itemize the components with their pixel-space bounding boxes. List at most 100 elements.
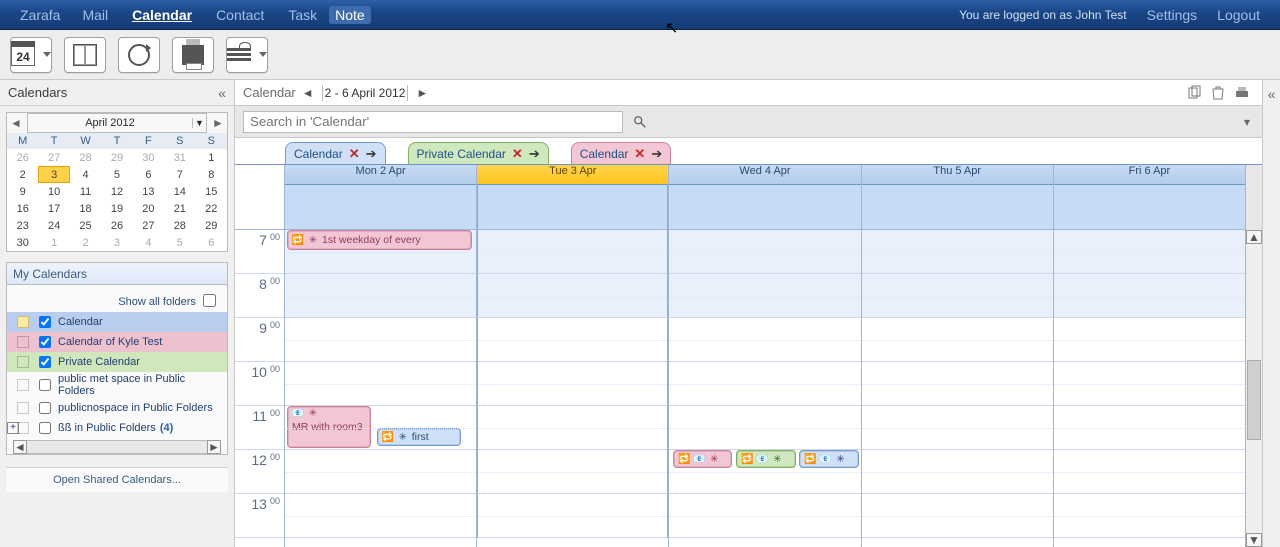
next-range-button[interactable]: ► (410, 86, 434, 100)
time-slot[interactable] (862, 362, 1053, 406)
new-appointment-button[interactable] (10, 37, 52, 73)
scroll-left-icon[interactable]: ◄ (13, 440, 27, 454)
open-shared-calendars[interactable]: Open Shared Calendars... (6, 467, 228, 492)
scroll-right-icon[interactable]: ► (207, 440, 221, 454)
date-grid[interactable]: MTWTFSS262728293031123456789101112131415… (7, 133, 227, 251)
calendar-checkbox[interactable] (39, 316, 51, 328)
date-cell[interactable]: 16 (7, 200, 38, 217)
date-cell[interactable]: 2 (7, 166, 38, 183)
time-slot[interactable] (285, 318, 476, 362)
time-slot[interactable] (862, 450, 1053, 494)
date-cell[interactable]: 21 (164, 200, 195, 217)
time-slot[interactable] (669, 450, 860, 494)
time-slot[interactable] (477, 318, 668, 362)
scroll-track[interactable] (27, 440, 207, 454)
sidebar-collapse-icon[interactable]: « (218, 85, 226, 101)
date-cell[interactable]: 7 (164, 166, 195, 183)
date-cell[interactable]: 28 (70, 149, 101, 166)
calendar-row[interactable]: Calendar (7, 312, 227, 332)
date-cell[interactable]: 12 (101, 183, 132, 200)
arrow-right-icon[interactable]: ➔ (651, 146, 662, 162)
print-small-icon[interactable] (1234, 85, 1250, 101)
arrow-right-icon[interactable]: ➔ (529, 146, 540, 162)
calendar-checkbox[interactable] (39, 402, 51, 414)
logout-link[interactable]: Logout (1207, 7, 1270, 23)
calendar-checkbox[interactable] (39, 379, 51, 391)
date-cell[interactable]: 29 (196, 217, 227, 234)
date-cell[interactable]: 1 (196, 149, 227, 166)
nav-mail[interactable]: Mail (70, 7, 120, 23)
scroll-thumb[interactable] (1247, 360, 1261, 440)
date-cell[interactable]: 18 (70, 200, 101, 217)
day-header[interactable]: Mon 2 Apr (285, 165, 476, 185)
time-slot[interactable] (477, 274, 668, 318)
date-cell[interactable]: 31 (164, 149, 195, 166)
date-cell[interactable]: 3 (101, 234, 132, 251)
time-slot[interactable]: 1st weekday of every (285, 230, 476, 274)
nav-task[interactable]: Task (276, 7, 329, 23)
date-cell[interactable]: 2 (70, 234, 101, 251)
time-slot[interactable] (1054, 494, 1245, 538)
prev-range-button[interactable]: ◄ (296, 86, 320, 100)
day-header[interactable]: Fri 6 Apr (1054, 165, 1245, 185)
tab-calendar-green[interactable]: Private Calendar ✕ ➔ (408, 142, 549, 164)
right-collapse-icon[interactable]: « (1268, 86, 1276, 102)
allday-area[interactable] (477, 185, 668, 230)
time-slot[interactable]: MR with room3first (285, 406, 476, 450)
view-button[interactable] (226, 37, 268, 73)
event-item[interactable]: 1st weekday of every (287, 230, 472, 250)
allday-area[interactable] (862, 185, 1053, 230)
date-cell[interactable]: 27 (38, 149, 69, 166)
date-cell[interactable]: 4 (70, 166, 101, 183)
date-cell[interactable]: 6 (133, 166, 164, 183)
sidebar-hscroll[interactable]: ◄ ► (13, 440, 221, 454)
date-cell[interactable]: 20 (133, 200, 164, 217)
event-item[interactable]: MR with room3 (287, 406, 371, 448)
time-slot[interactable] (1054, 362, 1245, 406)
settings-link[interactable]: Settings (1137, 7, 1208, 23)
allday-area[interactable] (1054, 185, 1245, 230)
time-slot[interactable] (285, 450, 476, 494)
show-all-checkbox[interactable] (203, 294, 216, 307)
nav-contact[interactable]: Contact (204, 7, 276, 23)
search-input[interactable] (243, 111, 623, 133)
date-cell[interactable]: 29 (101, 149, 132, 166)
event-item[interactable] (673, 450, 732, 468)
calendar-row[interactable]: Private Calendar (7, 352, 227, 372)
time-slot[interactable] (669, 406, 860, 450)
time-slot[interactable] (285, 274, 476, 318)
address-book-button[interactable] (64, 37, 106, 73)
delete-icon[interactable] (1210, 85, 1226, 101)
calendar-row[interactable]: publicnospace in Public Folders (7, 398, 227, 418)
scroll-track[interactable] (1246, 244, 1262, 533)
date-cell[interactable]: 25 (70, 217, 101, 234)
day-header[interactable]: Thu 5 Apr (862, 165, 1053, 185)
date-cell[interactable]: 27 (133, 217, 164, 234)
time-slot[interactable] (1054, 406, 1245, 450)
date-cell[interactable]: 30 (133, 149, 164, 166)
allday-area[interactable] (669, 185, 860, 230)
tab-calendar-blue[interactable]: Calendar ✕ ➔ (285, 142, 386, 164)
close-icon[interactable]: ✕ (634, 146, 645, 162)
scroll-up-icon[interactable]: ▲ (1246, 230, 1262, 244)
close-icon[interactable]: ✕ (349, 146, 360, 162)
nav-note[interactable]: Note (329, 6, 371, 24)
date-cell[interactable]: 15 (196, 183, 227, 200)
close-icon[interactable]: ✕ (512, 146, 523, 162)
time-slot[interactable] (1054, 274, 1245, 318)
time-slot[interactable] (285, 494, 476, 538)
date-cell[interactable]: 8 (196, 166, 227, 183)
date-cell[interactable]: 14 (164, 183, 195, 200)
date-cell[interactable]: 17 (38, 200, 69, 217)
time-slot[interactable] (477, 406, 668, 450)
calendar-checkbox[interactable] (39, 422, 51, 434)
time-slot[interactable] (477, 494, 668, 538)
allday-area[interactable] (285, 185, 476, 230)
next-month-button[interactable]: ► (209, 116, 227, 130)
event-item[interactable] (799, 450, 858, 468)
chevron-down-icon[interactable]: ▾ (1244, 115, 1250, 129)
scroll-down-icon[interactable]: ▼ (1246, 533, 1262, 547)
date-cell[interactable]: 11 (70, 183, 101, 200)
date-cell[interactable]: 13 (133, 183, 164, 200)
calendar-row[interactable]: public met space in Public Folders (7, 372, 227, 398)
